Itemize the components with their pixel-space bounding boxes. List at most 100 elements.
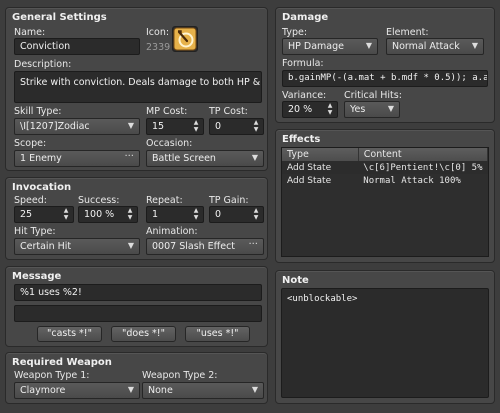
chevron-down-icon: ▼ xyxy=(365,41,372,50)
occasion-value: Battle Screen xyxy=(152,153,216,164)
tp-gain-label: TP Gain: xyxy=(209,195,249,206)
damage-type-select[interactable]: HP Damage ▼ xyxy=(282,38,378,55)
effects-col-type[interactable]: Type xyxy=(282,148,359,161)
name-label: Name: xyxy=(14,27,46,38)
weapon-type1-value: Claymore xyxy=(20,385,66,396)
variance-value: 20 % xyxy=(288,104,313,115)
hit-type-value: Certain Hit xyxy=(20,241,72,252)
general-settings-title: General Settings xyxy=(12,12,107,23)
general-settings-panel: General Settings Name: Conviction Icon: … xyxy=(5,7,268,171)
tp-cost-label: TP Cost: xyxy=(209,106,248,117)
variance-label: Variance: xyxy=(282,90,327,101)
speed-spinner[interactable]: 25 ▲ ▼ xyxy=(14,206,74,223)
tp-cost-spinner[interactable]: 0 ▲ ▼ xyxy=(209,118,264,135)
damage-type-label: Type: xyxy=(282,27,308,38)
chevron-down-icon: ▼ xyxy=(127,121,134,130)
message-title: Message xyxy=(12,271,62,282)
weapon-type1-select[interactable]: Claymore ▼ xyxy=(14,382,140,399)
element-label: Element: xyxy=(386,27,429,38)
spinner-arrows-icon[interactable]: ▲ ▼ xyxy=(192,119,200,133)
does-button[interactable]: "does *!" xyxy=(111,326,176,342)
skill-type-value: \I[1207]Zodiac xyxy=(20,121,90,132)
message-line2-input[interactable] xyxy=(14,305,262,322)
hit-type-label: Hit Type: xyxy=(14,226,56,237)
damage-type-value: HP Damage xyxy=(288,41,344,52)
critical-hits-select[interactable]: Yes ▼ xyxy=(344,101,400,118)
success-spinner[interactable]: 100 % ▲ ▼ xyxy=(78,206,138,223)
invocation-panel: Invocation Speed: 25 ▲ ▼ Success: 100 % ▲… xyxy=(5,177,268,260)
animation-select[interactable]: 0007 Slash Effect ··· xyxy=(146,238,264,255)
effects-panel: Effects Type Content Add State \c[6]Pent… xyxy=(275,129,495,263)
required-weapon-panel: Required Weapon Weapon Type 1: Claymore … xyxy=(5,352,268,404)
speed-value: 25 xyxy=(20,209,33,220)
effect-type-cell: Add State xyxy=(282,161,359,174)
uses-button[interactable]: "uses *!" xyxy=(185,326,250,342)
message-panel: Message %1 uses %2! "casts *!" "does *!"… xyxy=(5,266,268,347)
repeat-value: 1 xyxy=(152,209,159,220)
scope-value: 1 Enemy xyxy=(20,153,62,164)
message-line1-input[interactable]: %1 uses %2! xyxy=(14,284,262,301)
scope-select[interactable]: 1 Enemy ··· xyxy=(14,150,140,167)
success-value: 100 % xyxy=(84,209,115,220)
element-value: Normal Attack xyxy=(392,41,460,52)
casts-button[interactable]: "casts *!" xyxy=(37,326,102,342)
damage-title: Damage xyxy=(282,12,329,23)
table-row[interactable]: Add State Normal Attack 100% xyxy=(282,174,488,187)
weapon-type2-select[interactable]: None ▼ xyxy=(142,382,264,399)
damage-panel: Damage Type: HP Damage ▼ Element: Normal… xyxy=(275,7,495,123)
ellipsis-icon: ··· xyxy=(124,151,134,162)
required-weapon-title: Required Weapon xyxy=(12,357,112,368)
chevron-down-icon: ▼ xyxy=(251,385,258,394)
occasion-select[interactable]: Battle Screen ▼ xyxy=(146,150,264,167)
critical-hits-label: Critical Hits: xyxy=(344,90,402,101)
skill-type-label: Skill Type: xyxy=(14,106,62,117)
spinner-arrows-icon[interactable]: ▲ ▼ xyxy=(62,207,70,221)
critical-hits-value: Yes xyxy=(350,104,366,115)
element-select[interactable]: Normal Attack ▼ xyxy=(386,38,484,55)
sword-shield-icon xyxy=(173,27,197,51)
icon-label: Icon: xyxy=(146,27,170,38)
skill-icon-button[interactable] xyxy=(172,26,198,52)
mp-cost-value: 15 xyxy=(152,121,165,132)
skill-type-select[interactable]: \I[1207]Zodiac ▼ xyxy=(14,118,140,135)
effect-type-cell: Add State xyxy=(287,175,332,186)
formula-input[interactable]: b.gainMP(-(a.mat + b.mdf * 0.5)); a.atk … xyxy=(282,70,488,87)
tp-cost-value: 0 xyxy=(215,121,222,132)
tp-gain-value: 0 xyxy=(215,209,222,220)
effects-col-content[interactable]: Content xyxy=(358,148,489,161)
chevron-down-icon: ▼ xyxy=(471,41,478,50)
mp-cost-label: MP Cost: xyxy=(146,106,188,117)
chevron-down-icon: ▼ xyxy=(387,104,394,113)
note-title: Note xyxy=(282,275,309,286)
animation-value: 0007 Slash Effect xyxy=(152,241,236,252)
note-panel: Note <unblockable> xyxy=(275,270,495,404)
spinner-arrows-icon[interactable]: ▲ ▼ xyxy=(326,102,334,116)
weapon-type2-value: None xyxy=(148,385,173,396)
effects-list[interactable]: Type Content Add State \c[6]Pentient!\c[… xyxy=(281,147,489,257)
success-label: Success: xyxy=(78,195,120,206)
speed-label: Speed: xyxy=(14,195,47,206)
variance-spinner[interactable]: 20 % ▲ ▼ xyxy=(282,101,338,118)
name-input[interactable]: Conviction xyxy=(14,38,140,55)
occasion-label: Occasion: xyxy=(146,138,193,149)
effect-content-cell: Normal Attack 100% xyxy=(363,175,461,186)
spinner-arrows-icon[interactable]: ▲ ▼ xyxy=(126,207,134,221)
formula-label: Formula: xyxy=(282,58,324,69)
effects-table: Type Content Add State \c[6]Pentient!\c[… xyxy=(282,148,489,187)
chevron-down-icon: ▼ xyxy=(251,153,258,162)
mp-cost-spinner[interactable]: 15 ▲ ▼ xyxy=(146,118,204,135)
repeat-spinner[interactable]: 1 ▲ ▼ xyxy=(146,206,204,223)
description-label: Description: xyxy=(14,59,72,70)
hit-type-select[interactable]: Certain Hit ▼ xyxy=(14,238,140,255)
table-row[interactable]: Add State \c[6]Pentient!\c[0] 5% xyxy=(282,161,488,174)
effect-content-cell: \c[6]Pentient!\c[0] 5% xyxy=(358,161,488,174)
tp-gain-spinner[interactable]: 0 ▲ ▼ xyxy=(209,206,264,223)
note-textarea[interactable]: <unblockable> xyxy=(281,288,489,398)
description-input[interactable]: Strike with conviction. Deals damage to … xyxy=(14,71,262,103)
spinner-arrows-icon[interactable]: ▲ ▼ xyxy=(252,207,260,221)
spinner-arrows-icon[interactable]: ▲ ▼ xyxy=(252,119,260,133)
icon-index: 2339 xyxy=(146,42,171,53)
spinner-arrows-icon[interactable]: ▲ ▼ xyxy=(192,207,200,221)
weapon-type1-label: Weapon Type 1: xyxy=(14,370,90,381)
animation-label: Animation: xyxy=(146,226,198,237)
